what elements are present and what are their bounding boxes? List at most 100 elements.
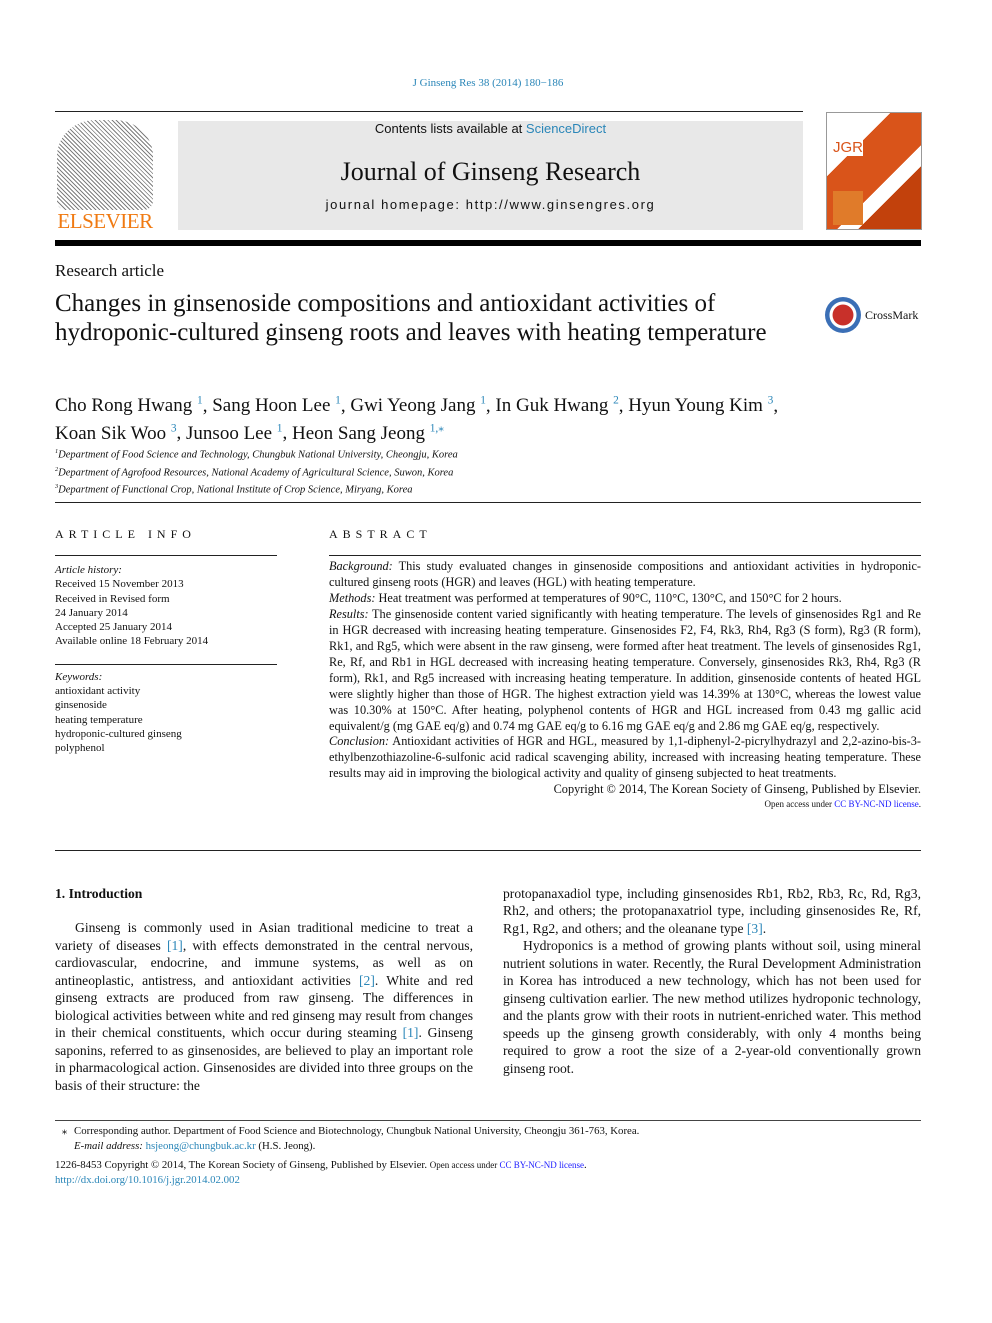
- author[interactable]: Heon Sang Jeong 1,⁎: [292, 422, 444, 443]
- affiliation-text: Department of Food Science and Technolog…: [58, 449, 458, 461]
- elsevier-wordmark: ELSEVIER: [57, 209, 153, 233]
- abstract-body: Background: This study evaluated changes…: [329, 559, 921, 811]
- history-list: Received 15 November 2013 Received in Rev…: [55, 577, 277, 648]
- open-access-label: Open access under: [764, 799, 835, 810]
- cover-logo-text: JGR: [833, 139, 863, 156]
- author[interactable]: Koan Sik Woo 3: [55, 422, 177, 444]
- article-info: Article history: Received 15 November 20…: [55, 563, 277, 756]
- abstract-section-label: Conclusion:: [329, 734, 390, 749]
- author-name: Koan Sik Woo: [55, 422, 167, 444]
- abstract-section: Methods: Heat treatment was performed at…: [329, 591, 921, 607]
- period: .: [584, 1159, 587, 1171]
- body-right-column: protopanaxadiol type, including ginsenos…: [503, 885, 921, 1077]
- crossmark-button[interactable]: CrossMark: [825, 297, 918, 333]
- abstract-section: Conclusion: Antioxidant activities of HG…: [329, 734, 921, 782]
- history-item: Available online 18 February 2014: [55, 635, 209, 648]
- keyword-list: antioxidant activity ginsenoside heating t…: [55, 684, 277, 755]
- affiliation: 1Department of Food Science and Technolo…: [55, 445, 458, 463]
- affiliation: 3Department of Functional Crop, National…: [55, 480, 458, 498]
- open-access-label: Open access under: [429, 1160, 500, 1170]
- affiliation: 2Department of Agrofood Resources, Natio…: [55, 463, 458, 481]
- history-item: Accepted 25 January 2014: [55, 621, 172, 634]
- doi-link[interactable]: http://dx.doi.org/10.1016/j.jgr.2014.02.…: [55, 1173, 639, 1188]
- divider: [55, 502, 921, 503]
- keywords-label: Keywords:: [55, 670, 103, 683]
- divider: [55, 850, 921, 851]
- issn-copyright: 1226-8453 Copyright © 2014, The Korean S…: [55, 1159, 430, 1171]
- header-thick-rule: [55, 240, 921, 246]
- article-title: Changes in ginsenoside compositions and …: [55, 290, 767, 346]
- asterisk: ⁎: [61, 1125, 68, 1137]
- author[interactable]: In Guk Hwang 2: [495, 395, 618, 416]
- author[interactable]: Sang Hoon Lee 1: [212, 395, 341, 416]
- journal-reference[interactable]: J Ginseng Res 38 (2014) 180−186: [0, 77, 976, 89]
- author-name: Junsoo Lee: [186, 422, 273, 444]
- license-link[interactable]: CC BY-NC-ND license: [834, 799, 919, 809]
- abstract-section-text: Antioxidant activities of HGR and HGL, m…: [329, 734, 921, 781]
- period: .: [918, 799, 921, 810]
- footnotes: ⁎ Corresponding author. Department of Foo…: [55, 1124, 639, 1187]
- email-suffix: (H.S. Jeong).: [255, 1139, 316, 1152]
- author-name: In Guk Hwang: [495, 395, 609, 417]
- author[interactable]: Hyun Young Kim 3: [628, 395, 773, 416]
- divider: [329, 555, 921, 556]
- keyword: ginsenoside: [55, 699, 107, 712]
- author-affiliation-mark[interactable]: 1: [277, 422, 283, 434]
- section-heading: 1. Introduction: [55, 886, 143, 901]
- abstract-section-text: The ginsenoside content varied significa…: [329, 606, 921, 733]
- keyword: hydroponic-cultured ginseng: [55, 727, 182, 740]
- author[interactable]: Junsoo Lee 1: [186, 422, 283, 444]
- author-affiliation-mark[interactable]: 1,⁎: [430, 422, 444, 434]
- keyword: heating temperature: [55, 713, 143, 726]
- citation-link[interactable]: [1]: [403, 1025, 419, 1040]
- author-name: Sang Hoon Lee: [212, 395, 331, 417]
- crossmark-icon: [825, 297, 861, 333]
- history-item: Received in Revised form: [55, 592, 170, 605]
- email-link[interactable]: hsjeong@chungbuk.ac.kr: [146, 1140, 256, 1152]
- history-item: 24 January 2014: [55, 606, 128, 619]
- tree-icon: [57, 120, 153, 210]
- abstract-heading: ABSTRACT: [329, 527, 432, 541]
- paragraph: Hydroponics is a method of growing plant…: [503, 938, 921, 1076]
- author-affiliation-mark[interactable]: 1: [197, 395, 203, 407]
- contents-label: Contents lists available at: [374, 121, 526, 136]
- divider: [55, 663, 277, 665]
- keyword: polyphenol: [55, 742, 105, 755]
- sciencedirect-link[interactable]: ScienceDirect: [526, 121, 606, 136]
- abstract-section-label: Background:: [329, 559, 393, 573]
- author-affiliation-mark[interactable]: 3: [171, 422, 177, 434]
- author-affiliation-mark[interactable]: 1: [480, 395, 486, 407]
- cover-photo: [833, 191, 863, 225]
- keyword: antioxidant activity: [55, 685, 141, 698]
- author-name: Hyun Young Kim: [628, 395, 763, 417]
- journal-homepage[interactable]: journal homepage: http://www.ginsengres.…: [178, 197, 803, 212]
- history-label: Article history:: [55, 564, 122, 576]
- footnote-divider: [55, 1120, 921, 1121]
- body-left-column: 1. Introduction Ginseng is commonly used…: [55, 885, 473, 1094]
- email-label: E-mail address:: [74, 1139, 143, 1152]
- author-affiliation-mark[interactable]: 3: [768, 395, 774, 407]
- elsevier-logo: ELSEVIER: [55, 120, 155, 234]
- abstract-section-label: Methods:: [329, 590, 376, 605]
- author-affiliation-mark[interactable]: 1: [335, 395, 341, 407]
- journal-header-box: Contents lists available at ScienceDirec…: [178, 121, 803, 230]
- citation-link[interactable]: [3]: [747, 921, 763, 936]
- paragraph: Ginseng is commonly used in Asian tradit…: [55, 920, 473, 1093]
- author[interactable]: Cho Rong Hwang 1: [55, 395, 203, 416]
- divider: [55, 111, 803, 112]
- abstract-section: Results: The ginsenoside content varied …: [329, 607, 921, 735]
- author-affiliation-mark[interactable]: 2: [613, 395, 619, 407]
- license-link[interactable]: CC BY-NC-ND license: [500, 1160, 585, 1170]
- article-type: Research article: [55, 261, 165, 280]
- author-name: Cho Rong Hwang: [55, 395, 193, 417]
- abstract-section-text: This study evaluated changes in ginsenos…: [329, 559, 921, 589]
- paragraph: protopanaxadiol type, including ginsenos…: [503, 886, 921, 936]
- author[interactable]: Gwi Yeong Jang 1: [350, 395, 486, 416]
- citation-link[interactable]: [1]: [167, 938, 183, 953]
- history-item: Received 15 November 2013: [55, 578, 184, 591]
- abstract-section: Background: This study evaluated changes…: [329, 559, 921, 591]
- citation-link[interactable]: [2]: [359, 973, 375, 988]
- abstract-copyright: Copyright © 2014, The Korean Society of …: [553, 782, 921, 797]
- author-name: Gwi Yeong Jang: [350, 395, 476, 417]
- affiliation-text: Department of Agrofood Resources, Nation…: [58, 467, 454, 478]
